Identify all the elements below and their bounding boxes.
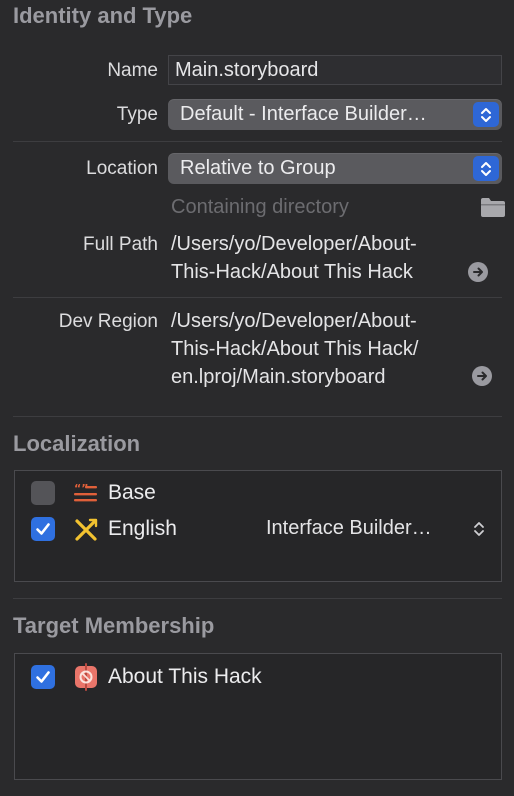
app-target-icon bbox=[73, 663, 99, 696]
section-divider bbox=[13, 598, 502, 599]
localization-label-english: English bbox=[108, 517, 177, 540]
storyboard-strings-icon: “” bbox=[73, 481, 99, 512]
about-this-hack-checkbox[interactable] bbox=[31, 665, 55, 689]
divider bbox=[13, 297, 502, 298]
up-down-chevron-icon bbox=[473, 102, 499, 127]
dev-region-line: /Users/yo/Developer/About- bbox=[171, 310, 417, 332]
identity-section-title: Identity and Type bbox=[13, 3, 193, 28]
type-popup-value: Default - Interface Builder… bbox=[180, 103, 427, 125]
containing-directory-placeholder: Containing directory bbox=[171, 196, 349, 218]
dev-region-label: Dev Region bbox=[58, 311, 158, 332]
section-divider bbox=[13, 416, 502, 417]
full-path-label: Full Path bbox=[83, 234, 158, 255]
english-file-type-popup[interactable]: Interface Builder… bbox=[266, 517, 432, 540]
base-checkbox[interactable] bbox=[31, 481, 55, 505]
list-item[interactable]: English Interface Builder… bbox=[31, 515, 501, 545]
full-path-line: /Users/yo/Developer/About- bbox=[171, 233, 417, 255]
type-popup[interactable]: Default - Interface Builder… bbox=[168, 99, 502, 130]
target-membership-section-title: Target Membership bbox=[13, 613, 215, 638]
dev-region-line: en.lproj/Main.storyboard bbox=[171, 366, 386, 388]
list-item[interactable]: About This Hack bbox=[31, 663, 501, 693]
localization-label-base: Base bbox=[108, 481, 156, 504]
dev-region-line: This-Hack/About This Hack/ bbox=[171, 338, 419, 360]
localization-section-title: Localization bbox=[13, 431, 141, 456]
up-down-chevron-icon bbox=[473, 156, 499, 181]
name-label: Name bbox=[107, 60, 158, 81]
english-checkbox[interactable] bbox=[31, 517, 55, 541]
up-down-chevron-icon[interactable] bbox=[473, 519, 485, 544]
location-label: Location bbox=[86, 158, 158, 179]
divider bbox=[13, 141, 502, 142]
target-label-about-this-hack: About This Hack bbox=[108, 665, 262, 688]
reveal-in-finder-arrow-icon[interactable] bbox=[472, 366, 492, 386]
localization-list: “” Base English Interface Builder… bbox=[14, 470, 502, 582]
reveal-in-finder-arrow-icon[interactable] bbox=[468, 262, 488, 282]
dev-region-value: /Users/yo/Developer/About- This-Hack/Abo… bbox=[171, 307, 419, 391]
location-popup[interactable]: Relative to Group bbox=[168, 153, 502, 184]
location-popup-value: Relative to Group bbox=[180, 157, 336, 179]
full-path-value: /Users/yo/Developer/About- This-Hack/Abo… bbox=[171, 230, 417, 286]
list-item[interactable]: “” Base bbox=[31, 479, 501, 509]
interface-builder-icon bbox=[73, 517, 99, 548]
target-membership-list: About This Hack bbox=[14, 653, 502, 780]
full-path-line: This-Hack/About This Hack bbox=[171, 261, 413, 283]
name-field[interactable]: Main.storyboard bbox=[168, 55, 502, 85]
type-label: Type bbox=[116, 104, 158, 125]
folder-icon[interactable] bbox=[480, 196, 506, 223]
